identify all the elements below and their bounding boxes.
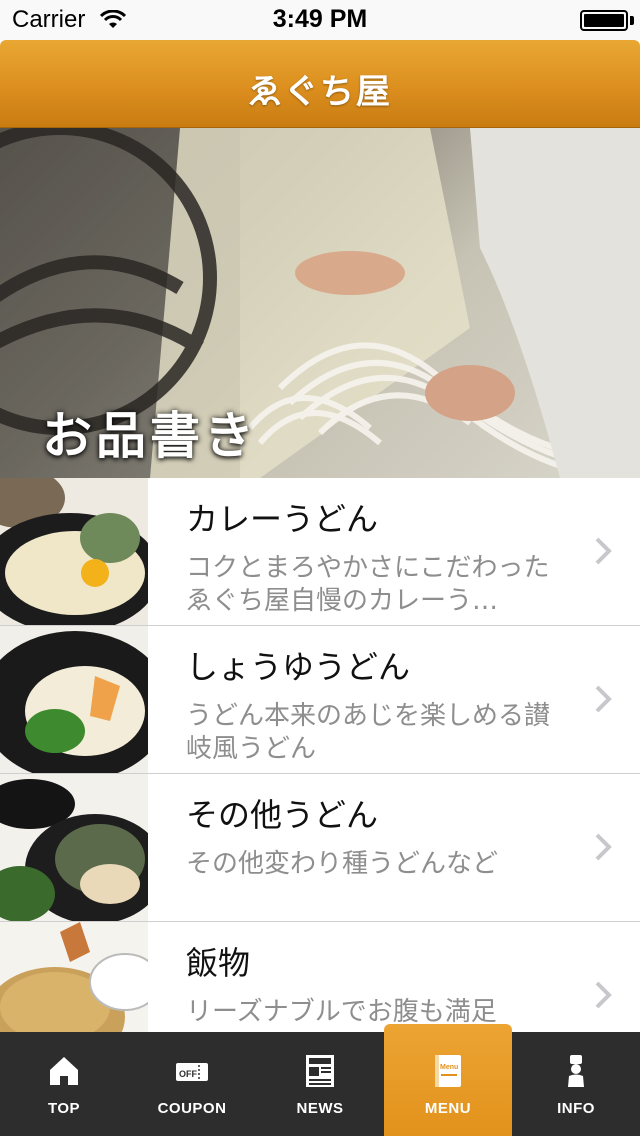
tab-news[interactable]: NEWS [256,1032,384,1136]
rice-dish-thumbnail [0,922,148,1032]
newspaper-icon [306,1055,334,1087]
chevron-right-icon [595,981,612,1009]
tab-label: COUPON [157,1100,227,1117]
menu-book-icon: Menu [435,1055,461,1087]
coupon-icon: OFF [176,1063,208,1081]
shoyu-udon-thumbnail [0,626,148,773]
tab-coupon[interactable]: OFF COUPON [128,1032,256,1136]
menu-item-other-udon[interactable]: その他うどん その他変わり種うどんなど [0,774,640,922]
battery-icon [580,10,628,31]
curry-udon-thumbnail [0,478,148,625]
hero-banner: お品書き [0,128,640,478]
tab-label: INFO [557,1100,595,1117]
hero-title: お品書き [42,406,258,465]
chevron-right-icon [595,537,612,565]
tab-label: MENU [424,1100,472,1117]
nav-title: ゑぐち屋 [248,72,392,112]
menu-item-title: その他うどん [186,796,379,834]
menu-item-rice-dishes[interactable]: 飯物 リーズナブルでお腹も満足 [0,922,640,1032]
tab-label: NEWS [296,1100,344,1117]
status-bar: Carrier 3:49 PM [0,0,640,40]
chevron-right-icon [595,833,612,861]
tab-label: TOP [47,1100,81,1117]
menu-item-description: その他変わり種うどんなど [186,849,499,879]
menu-item-title: カレーうどん [186,500,379,538]
menu-item-title: しょうゆうどん [186,648,411,686]
status-time: 3:49 PM [272,5,368,33]
nav-bar: ゑぐち屋 [0,40,640,128]
menu-item-description: コクとまろやかさにこだわったゑぐち屋自慢のカレーう… [186,553,550,616]
tab-info[interactable]: INFO [512,1032,640,1136]
menu-item-description: うどん本来のあじを楽しめる讃岐風うどん [186,701,551,764]
chevron-right-icon [595,685,612,713]
menu-item-title: 飯物 [186,944,251,982]
svg-text:OFF: OFF [179,1069,197,1079]
tab-menu[interactable]: Menu MENU [384,1024,512,1136]
home-icon [50,1057,78,1085]
menu-item-curry-udon[interactable]: カレーうどん コクとまろやかさにこだわったゑぐち屋自慢のカレーう… [0,478,640,626]
menu-item-shoyu-udon[interactable]: しょうゆうどん うどん本来のあじを楽しめる讃岐風うどん [0,626,640,774]
battery-tip [630,16,634,25]
menu-list: カレーうどん コクとまろやかさにこだわったゑぐち屋自慢のカレーう… しょうゆうど… [0,478,640,1032]
tab-top[interactable]: TOP [0,1032,128,1136]
other-udon-thumbnail [0,774,148,921]
svg-text:Menu: Menu [440,1064,458,1071]
tab-bar: TOP OFF COUPON NEWS Menu MENU INFO [0,1024,640,1136]
chef-icon [568,1055,584,1087]
